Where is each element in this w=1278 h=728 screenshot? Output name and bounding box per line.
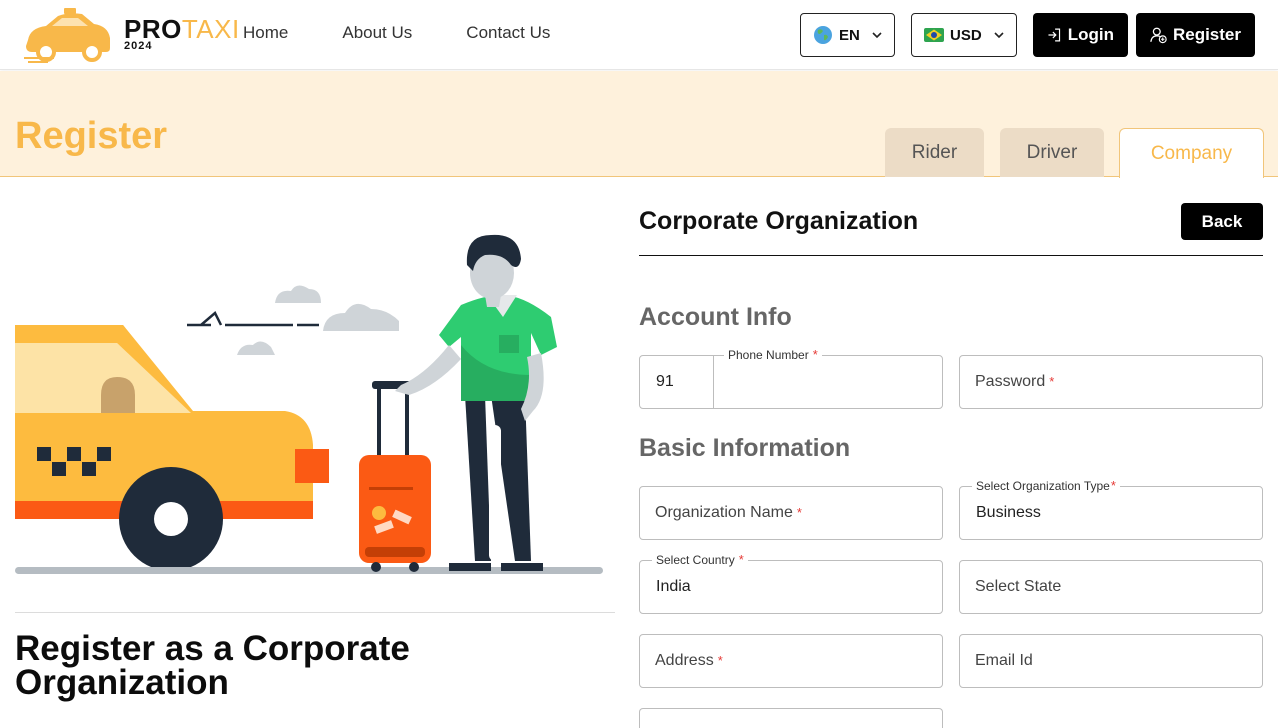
section-account-info: Account Info bbox=[639, 303, 792, 331]
brand-name: PROTAXI bbox=[124, 16, 240, 42]
organization-type-select[interactable]: Select Organization Type* Business bbox=[959, 479, 1263, 540]
nav-home[interactable]: Home bbox=[243, 23, 288, 43]
required-mark: * bbox=[717, 653, 723, 668]
user-add-icon bbox=[1150, 27, 1167, 44]
address-field[interactable]: Address * bbox=[639, 634, 943, 688]
organization-type-label-text: Select Organization Type bbox=[976, 479, 1110, 493]
brand-logo[interactable]: PROTAXI 2024 bbox=[24, 6, 239, 64]
organization-name-placeholder: Organization Name * bbox=[655, 504, 802, 522]
state-select[interactable]: Select State bbox=[959, 560, 1263, 614]
back-button[interactable]: Back bbox=[1181, 203, 1263, 240]
register-button[interactable]: Register bbox=[1136, 13, 1255, 57]
address-placeholder: Address * bbox=[655, 652, 723, 670]
email-field[interactable]: Email Id bbox=[959, 634, 1263, 688]
register-label: Register bbox=[1172, 25, 1241, 44]
phone-number-label: Phone Number * bbox=[724, 348, 822, 362]
country-label: Select Country * bbox=[652, 553, 748, 567]
form-title: Corporate Organization bbox=[639, 207, 919, 235]
organization-type-value: Business bbox=[976, 504, 1041, 521]
country-code-box[interactable]: 91 bbox=[640, 356, 714, 408]
password-label-text: Password bbox=[975, 373, 1046, 390]
required-mark: * bbox=[796, 505, 802, 520]
chevron-down-icon bbox=[994, 32, 1004, 39]
chevron-down-icon bbox=[872, 32, 882, 39]
section-basic-information: Basic Information bbox=[639, 434, 851, 462]
phone-number-field[interactable]: 91 Phone Number * bbox=[639, 348, 943, 409]
brand-taxi: TAXI bbox=[181, 14, 240, 44]
organization-type-label: Select Organization Type* bbox=[972, 479, 1120, 493]
globe-icon bbox=[814, 26, 832, 44]
login-button[interactable]: Login bbox=[1033, 13, 1128, 57]
top-header: PROTAXI 2024 Home About Us Contact Us EN… bbox=[0, 0, 1278, 70]
brazil-flag-icon bbox=[924, 28, 944, 42]
currency-value: USD bbox=[950, 26, 982, 44]
login-icon bbox=[1048, 28, 1061, 42]
password-placeholder: Password * bbox=[975, 373, 1054, 391]
page-title: Register bbox=[15, 115, 168, 157]
organization-name-field[interactable]: Organization Name * bbox=[639, 486, 943, 540]
suitcase bbox=[359, 381, 431, 572]
main-nav: Home About Us Contact Us bbox=[243, 23, 604, 43]
left-heading: Register as a Corporate Organization bbox=[15, 629, 410, 702]
required-mark: * bbox=[812, 347, 818, 362]
password-field[interactable]: Password * bbox=[959, 355, 1263, 409]
nav-about-us[interactable]: About Us bbox=[342, 23, 412, 43]
page-banner: Register Rider Driver Company bbox=[0, 71, 1278, 178]
tab-rider[interactable]: Rider bbox=[885, 128, 984, 177]
brand-year: 2024 bbox=[124, 40, 153, 52]
language-select[interactable]: EN bbox=[800, 13, 895, 57]
country-select[interactable]: Select Country * India bbox=[639, 553, 943, 614]
country-value: India bbox=[656, 578, 691, 595]
phone-number-label-text: Phone Number bbox=[728, 348, 809, 362]
left-divider bbox=[15, 612, 615, 613]
required-mark: * bbox=[1049, 374, 1055, 389]
cloud-icon bbox=[237, 285, 399, 355]
address-label-text: Address bbox=[655, 652, 714, 669]
language-value: EN bbox=[839, 26, 860, 44]
nav-contact-us[interactable]: Contact Us bbox=[466, 23, 550, 43]
state-placeholder: Select State bbox=[975, 578, 1062, 595]
taxi-passenger-illustration bbox=[15, 234, 603, 574]
email-placeholder: Email Id bbox=[975, 652, 1033, 669]
required-mark: * bbox=[738, 552, 744, 567]
tab-driver[interactable]: Driver bbox=[1000, 128, 1104, 177]
login-label: Login bbox=[1067, 25, 1114, 44]
taxi-logo-icon bbox=[24, 8, 110, 63]
country-code-value: 91 bbox=[656, 373, 674, 390]
organization-name-label-text: Organization Name bbox=[655, 504, 793, 521]
country-label-text: Select Country bbox=[656, 553, 735, 567]
required-mark: * bbox=[1110, 478, 1116, 493]
currency-select[interactable]: USD bbox=[911, 13, 1017, 57]
form-divider bbox=[639, 255, 1263, 256]
next-field-partial[interactable] bbox=[639, 708, 943, 728]
tab-company[interactable]: Company bbox=[1119, 128, 1264, 178]
taxi-car bbox=[15, 325, 329, 571]
